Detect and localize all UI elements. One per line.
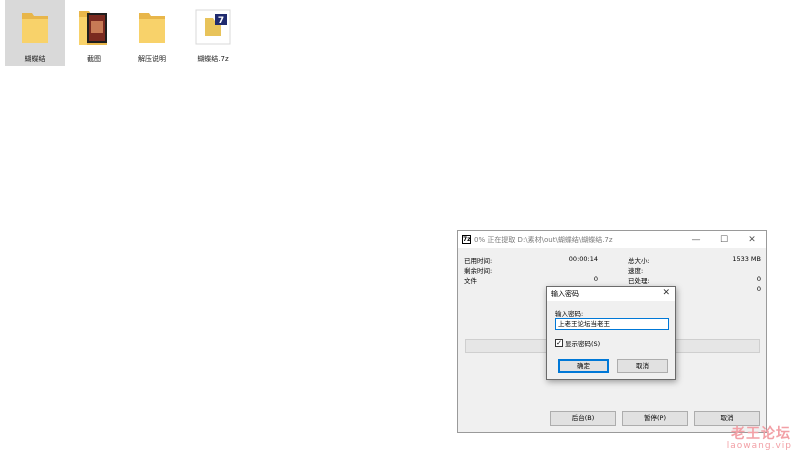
folder-icon xyxy=(13,4,57,50)
files-label: 文件 xyxy=(464,277,477,285)
password-input[interactable]: 上老王论坛当老王 xyxy=(555,318,669,330)
ok-button[interactable]: 确定 xyxy=(558,359,609,373)
svg-text:7: 7 xyxy=(218,16,224,26)
folder-icon xyxy=(130,4,174,50)
file-item-folder-2[interactable]: 截图 xyxy=(64,0,124,66)
close-button[interactable]: ✕ xyxy=(738,231,766,248)
file-label: 蝴蝶结 xyxy=(24,55,46,63)
7zip-app-icon: 7z xyxy=(462,235,471,244)
image-folder-icon xyxy=(72,4,116,50)
file-item-folder-3[interactable]: 解压说明 xyxy=(122,0,182,66)
dialog-close-button[interactable]: ✕ xyxy=(662,288,670,298)
password-label: 输入密码: xyxy=(555,310,584,318)
minimize-button[interactable]: — xyxy=(682,231,710,248)
total-size-label: 总大小: xyxy=(628,257,650,265)
window-title: 0% 正在提取 D:\素材\out\蝴蝶结\蝴蝶结.7z xyxy=(474,235,613,244)
file-label: 解压说明 xyxy=(138,55,166,63)
dialog-cancel-button[interactable]: 取消 xyxy=(617,359,668,373)
file-label: 截图 xyxy=(87,55,101,63)
speed-label: 速度: xyxy=(628,267,644,275)
show-password-label: 显示密码(S) xyxy=(565,340,601,348)
show-password-checkbox[interactable]: ✓ xyxy=(555,339,563,347)
remaining-time-label: 剩余时间: xyxy=(464,267,493,275)
password-dialog: 输入密码 ✕ 输入密码: 上老王论坛当老王 ✓ 显示密码(S) 确定 取消 xyxy=(546,286,676,380)
file-item-archive[interactable]: 7 蝴蝶结.7z xyxy=(183,0,243,66)
file-item-folder-1[interactable]: 蝴蝶结 xyxy=(5,0,65,66)
file-label: 蝴蝶结.7z xyxy=(197,55,229,63)
files-value: 0 xyxy=(593,275,598,283)
elapsed-time-label: 已用时间: xyxy=(464,257,493,265)
maximize-button[interactable]: ☐ xyxy=(710,231,738,248)
elapsed-time-value: 00:00:14 xyxy=(568,255,598,263)
dialog-title: 输入密码 xyxy=(551,290,579,298)
watermark-logo-text: 老王论坛 xyxy=(731,426,791,442)
processed-value: 0 xyxy=(756,275,761,283)
pause-button[interactable]: 暂停(P) xyxy=(622,411,688,426)
show-password-toggle[interactable]: ✓ 显示密码(S) xyxy=(555,338,600,348)
7z-archive-icon: 7 xyxy=(191,4,235,50)
background-button[interactable]: 后台(B) xyxy=(550,411,616,426)
watermark-url: laowang.vip xyxy=(726,441,792,451)
dialog-titlebar[interactable]: 输入密码 ✕ xyxy=(547,287,675,301)
processed-label: 已处理: xyxy=(628,277,650,285)
window-controls: — ☐ ✕ xyxy=(682,231,766,248)
compressed-value: 0 xyxy=(756,285,761,293)
total-size-value: 1533 MB xyxy=(732,255,761,263)
window-titlebar[interactable]: 7z 0% 正在提取 D:\素材\out\蝴蝶结\蝴蝶结.7z — ☐ ✕ xyxy=(458,231,766,248)
